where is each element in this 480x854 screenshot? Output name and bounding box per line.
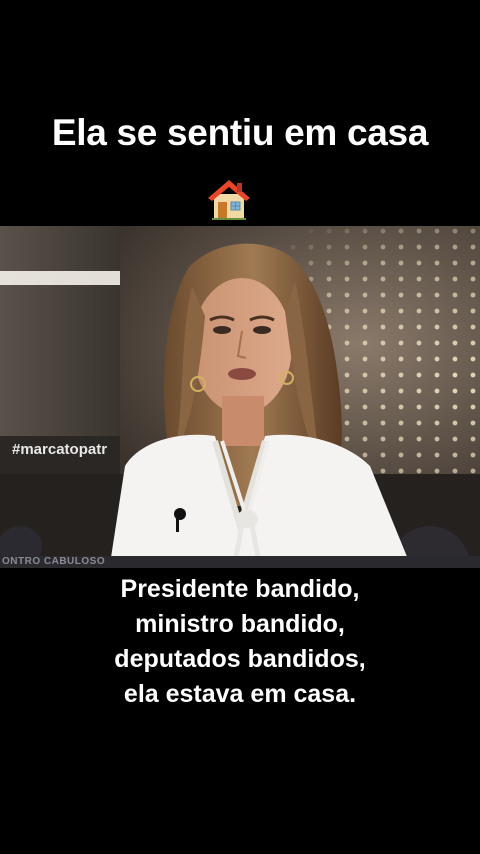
video-lower-third-text: ONTRO CABULOSO xyxy=(2,556,106,567)
overlay-title: Ela se sentiu em casa xyxy=(51,112,429,153)
subtitle-line: ela estava em casa. xyxy=(123,680,357,708)
news-video-frame[interactable] xyxy=(0,226,480,564)
subtitle-caption: Presidente bandido, ministro bandido, de… xyxy=(0,572,480,712)
house-emoji-icon xyxy=(208,180,250,220)
video-hashtag-watermark: #marcatopatr xyxy=(12,441,108,458)
subtitle-line: deputados bandidos, xyxy=(114,645,366,673)
subtitle-line: ministro bandido, xyxy=(135,610,345,638)
subtitle-line: Presidente bandido, xyxy=(120,575,360,603)
news-anchor-scene xyxy=(0,226,480,564)
